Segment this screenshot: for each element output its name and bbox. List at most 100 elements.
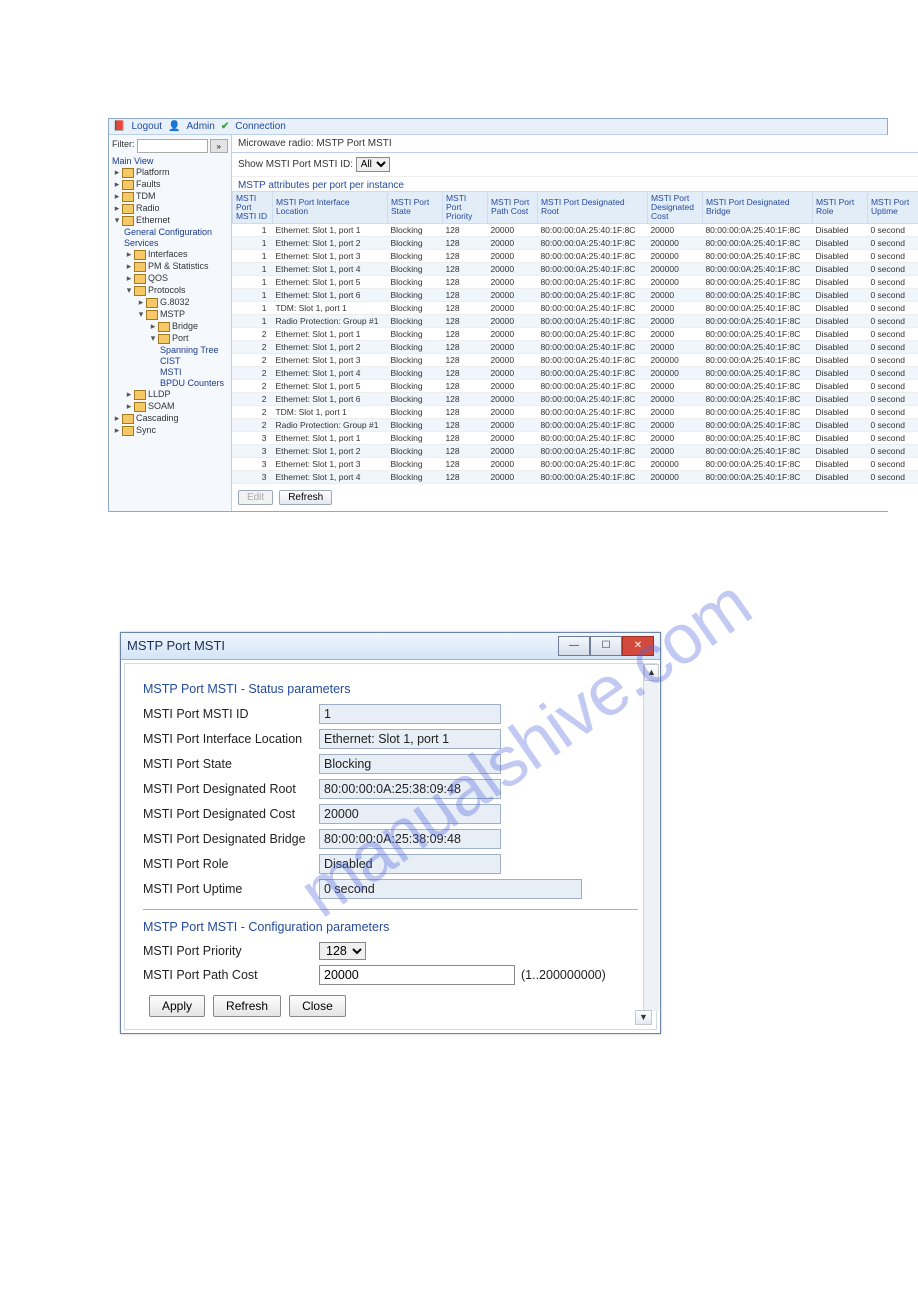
folder-icon <box>158 334 170 344</box>
cell-up: 0 second <box>867 392 918 405</box>
val-id: 1 <box>319 704 501 724</box>
vertical-scrollbar[interactable]: ▲ <box>643 664 659 1011</box>
table-row[interactable]: 1Ethernet: Slot 1, port 3Blocking1282000… <box>232 249 918 262</box>
col-cost[interactable]: MSTI Port Path Cost <box>487 192 537 224</box>
cell-up: 0 second <box>867 236 918 249</box>
cell-dcost: 20000 <box>647 431 702 444</box>
nav-ethernet[interactable]: Ethernet <box>136 215 170 225</box>
nav-protocols[interactable]: Protocols <box>148 285 186 295</box>
nav-pm-stats[interactable]: PM & Statistics <box>148 261 209 271</box>
cell-loc: Ethernet: Slot 1, port 1 <box>272 327 387 340</box>
col-role[interactable]: MSTI Port Role <box>812 192 867 224</box>
col-loc[interactable]: MSTI Port Interface Location <box>272 192 387 224</box>
cell-bridge: 80:00:00:0A:25:40:1F:8C <box>702 405 812 418</box>
col-up[interactable]: MSTI Port Uptime <box>867 192 918 224</box>
col-bridge[interactable]: MSTI Port Designated Bridge <box>702 192 812 224</box>
col-id[interactable]: MSTI Port MSTI ID <box>232 192 272 224</box>
apply-button[interactable]: Apply <box>149 995 205 1017</box>
table-row[interactable]: 1TDM: Slot 1, port 1Blocking1282000080:0… <box>232 301 918 314</box>
table-row[interactable]: 2Ethernet: Slot 1, port 6Blocking1282000… <box>232 392 918 405</box>
table-row[interactable]: 3Ethernet: Slot 1, port 1Blocking1282000… <box>232 431 918 444</box>
nav-platform[interactable]: Platform <box>136 167 170 177</box>
col-dcost[interactable]: MSTI Port Designated Cost <box>647 192 702 224</box>
nav-mstp[interactable]: MSTP <box>160 309 185 319</box>
nav-gen-conf[interactable]: General Configuration <box>124 227 212 237</box>
lab-up: MSTI Port Uptime <box>143 882 319 896</box>
nav-qos[interactable]: QOS <box>148 273 168 283</box>
table-row[interactable]: 2Ethernet: Slot 1, port 4Blocking1282000… <box>232 366 918 379</box>
cell-root: 80:00:00:0A:25:40:1F:8C <box>537 353 647 366</box>
cell-dcost: 200000 <box>647 366 702 379</box>
cell-loc: Ethernet: Slot 1, port 6 <box>272 288 387 301</box>
dialog-close-button[interactable]: Close <box>289 995 346 1017</box>
connection-link[interactable]: Connection <box>235 121 286 132</box>
cell-root: 80:00:00:0A:25:40:1F:8C <box>537 262 647 275</box>
main-window: 📕 Logout 👤 Admin ✔ Connection Filter: » … <box>108 118 888 512</box>
table-row[interactable]: 2Ethernet: Slot 1, port 1Blocking1282000… <box>232 327 918 340</box>
path-cost-input[interactable] <box>319 965 515 985</box>
table-row[interactable]: 2Ethernet: Slot 1, port 2Blocking1282000… <box>232 340 918 353</box>
nav-cist[interactable]: CIST <box>160 356 181 366</box>
nav-services[interactable]: Services <box>124 238 159 248</box>
table-row[interactable]: 2TDM: Slot 1, port 1Blocking1282000080:0… <box>232 405 918 418</box>
nav-bridge[interactable]: Bridge <box>172 321 198 331</box>
nav-soam[interactable]: SOAM <box>148 401 175 411</box>
cell-prio: 128 <box>442 288 487 301</box>
nav-g8032[interactable]: G.8032 <box>160 297 190 307</box>
lab-loc: MSTI Port Interface Location <box>143 732 319 746</box>
col-prio[interactable]: MSTI Port Priority <box>442 192 487 224</box>
cell-dcost: 20000 <box>647 327 702 340</box>
logout-link[interactable]: Logout <box>131 121 162 132</box>
filter-input[interactable] <box>137 139 208 153</box>
folder-icon <box>134 390 146 400</box>
nav-tdm[interactable]: TDM <box>136 191 156 201</box>
show-select[interactable]: All <box>356 157 390 172</box>
minimize-button[interactable]: — <box>558 636 590 656</box>
table-row[interactable]: 3Ethernet: Slot 1, port 3Blocking1282000… <box>232 457 918 470</box>
dialog-refresh-button[interactable]: Refresh <box>213 995 281 1017</box>
table-row[interactable]: 3Ethernet: Slot 1, port 4Blocking1282000… <box>232 470 918 483</box>
table-row[interactable]: 1Ethernet: Slot 1, port 5Blocking1282000… <box>232 275 918 288</box>
cell-root: 80:00:00:0A:25:40:1F:8C <box>537 340 647 353</box>
cell-prio: 128 <box>442 392 487 405</box>
admin-link[interactable]: Admin <box>187 121 215 132</box>
nav-spanning-tree[interactable]: Spanning Tree <box>160 345 219 355</box>
nav-faults[interactable]: Faults <box>136 179 161 189</box>
table-row[interactable]: 1Ethernet: Slot 1, port 2Blocking1282000… <box>232 236 918 249</box>
table-row[interactable]: 2Ethernet: Slot 1, port 3Blocking1282000… <box>232 353 918 366</box>
cell-id: 2 <box>232 379 272 392</box>
cell-bridge: 80:00:00:0A:25:40:1F:8C <box>702 353 812 366</box>
nav-sync[interactable]: Sync <box>136 425 156 435</box>
table-row[interactable]: 1Ethernet: Slot 1, port 1Blocking1282000… <box>232 223 918 236</box>
divider <box>143 909 638 910</box>
nav-lldp[interactable]: LLDP <box>148 389 171 399</box>
refresh-button[interactable]: Refresh <box>279 490 332 505</box>
cell-cost: 20000 <box>487 418 537 431</box>
filter-go-button[interactable]: » <box>210 139 228 153</box>
table-row[interactable]: 1Ethernet: Slot 1, port 6Blocking1282000… <box>232 288 918 301</box>
scroll-up-icon[interactable]: ▲ <box>644 664 659 681</box>
dropdown-arrow-icon[interactable]: ▼ <box>635 1010 652 1025</box>
nav-main-view[interactable]: Main View <box>112 156 153 166</box>
nav-msti[interactable]: MSTI <box>160 367 182 377</box>
cell-cost: 20000 <box>487 392 537 405</box>
col-root[interactable]: MSTI Port Designated Root <box>537 192 647 224</box>
cell-role: Disabled <box>812 444 867 457</box>
table-row[interactable]: 2Radio Protection: Group #1Blocking12820… <box>232 418 918 431</box>
nav-cascading[interactable]: Cascading <box>136 413 179 423</box>
cell-root: 80:00:00:0A:25:40:1F:8C <box>537 288 647 301</box>
table-row[interactable]: 3Ethernet: Slot 1, port 2Blocking1282000… <box>232 444 918 457</box>
cell-state: Blocking <box>387 288 442 301</box>
nav-radio[interactable]: Radio <box>136 203 160 213</box>
cell-cost: 20000 <box>487 223 537 236</box>
close-button[interactable]: ✕ <box>622 636 654 656</box>
maximize-button[interactable]: ☐ <box>590 636 622 656</box>
nav-interfaces[interactable]: Interfaces <box>148 249 188 259</box>
nav-bpdu[interactable]: BPDU Counters <box>160 378 224 388</box>
col-state[interactable]: MSTI Port State <box>387 192 442 224</box>
table-row[interactable]: 1Radio Protection: Group #1Blocking12820… <box>232 314 918 327</box>
priority-select[interactable]: 128 <box>319 942 366 960</box>
table-row[interactable]: 1Ethernet: Slot 1, port 4Blocking1282000… <box>232 262 918 275</box>
table-row[interactable]: 2Ethernet: Slot 1, port 5Blocking1282000… <box>232 379 918 392</box>
nav-port[interactable]: Port <box>172 333 189 343</box>
